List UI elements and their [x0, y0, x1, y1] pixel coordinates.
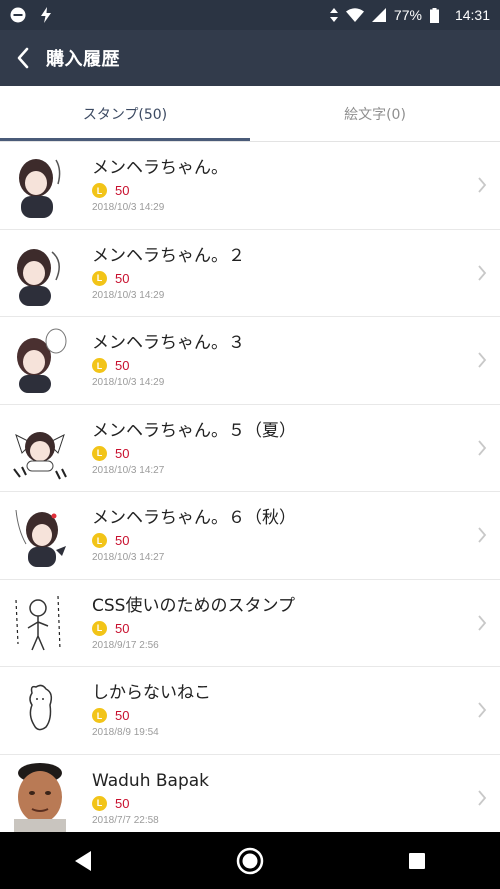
price: 50	[115, 795, 130, 811]
purchase-list: メンヘラちゃん。 L 50 2018/10/3 14:29 メンヘラちゃん。２ …	[0, 142, 500, 832]
sticker-title: Waduh Bapak	[92, 770, 210, 791]
price: 50	[115, 708, 130, 724]
purchase-date: 2018/8/9 19:54	[92, 727, 159, 739]
purchase-date: 2018/10/3 14:29	[92, 289, 165, 301]
do-not-disturb-icon	[10, 7, 26, 23]
chevron-right-icon	[478, 265, 487, 281]
chevron-right-icon	[478, 615, 487, 631]
sticker-thumbnail-menhera	[19, 159, 61, 219]
coin-icon: L	[92, 445, 107, 461]
back-triangle-icon	[75, 850, 92, 871]
home-circle-icon	[236, 847, 264, 874]
sticker-title: メンヘラちゃん。６（秋）	[92, 508, 296, 529]
app-header: 購入履歴	[0, 30, 500, 86]
nav-back-button[interactable]	[53, 832, 113, 889]
list-item[interactable]: メンヘラちゃん。５（夏） L 50 2018/10/3 14:27	[0, 405, 500, 492]
purchase-date: 2018/10/3 14:29	[92, 202, 165, 214]
chevron-right-icon	[478, 177, 487, 193]
tab-bar: スタンプ(50) 絵文字(0)	[0, 86, 500, 142]
chevron-right-icon	[478, 440, 487, 456]
coin-icon: L	[92, 795, 107, 811]
nav-recents-button[interactable]	[387, 832, 447, 889]
coin-icon: L	[92, 708, 107, 724]
sticker-title: CSS使いのためのスタンプ	[92, 595, 295, 616]
sticker-thumbnail-waduh-bapak	[14, 762, 66, 832]
purchase-date: 2018/10/3 14:27	[92, 552, 165, 564]
coin-icon: L	[92, 183, 107, 199]
sticker-thumbnail-menhera-2	[17, 248, 60, 306]
sticker-thumbnail-menhera-3	[17, 328, 67, 394]
back-button[interactable]	[0, 30, 46, 86]
list-item[interactable]: Waduh Bapak L 50 2018/7/7 22:58	[0, 755, 500, 832]
list-item[interactable]: CSS使いのためのスタンプ L 50 2018/9/17 2:56	[0, 580, 500, 667]
status-time: 14:31	[454, 7, 490, 23]
tab-emoji[interactable]: 絵文字(0)	[250, 86, 500, 141]
data-arrows-icon	[329, 8, 338, 22]
sticker-thumbnail-menhera-6-autumn	[15, 510, 66, 568]
recents-square-icon	[408, 852, 425, 869]
purchase-date: 2018/9/17 2:56	[92, 639, 159, 651]
chevron-right-icon	[478, 352, 487, 368]
system-nav-bar	[0, 832, 500, 889]
price: 50	[115, 270, 130, 286]
purchase-date: 2018/7/7 22:58	[92, 814, 159, 826]
sticker-title: メンヘラちゃん。５（夏）	[92, 420, 296, 441]
price: 50	[115, 620, 130, 636]
list-item[interactable]: メンヘラちゃん。６（秋） L 50 2018/10/3 14:27	[0, 492, 500, 580]
cell-signal-icon	[371, 8, 386, 22]
price: 50	[115, 445, 130, 461]
sticker-title: メンヘラちゃん。３	[92, 333, 245, 354]
nav-home-button[interactable]	[220, 832, 280, 889]
sticker-title: メンヘラちゃん。	[92, 158, 228, 179]
status-bar: 77% 14:31	[0, 0, 500, 30]
sticker-title: しからないねこ	[92, 683, 211, 704]
tab-stickers[interactable]: スタンプ(50)	[0, 86, 250, 141]
price: 50	[115, 533, 130, 549]
chevron-right-icon	[478, 702, 487, 718]
sticker-thumbnail-cat	[29, 684, 53, 731]
sticker-thumbnail-menhera-5-summer	[13, 431, 67, 480]
battery-icon	[429, 7, 439, 23]
purchase-date: 2018/10/3 14:29	[92, 377, 165, 389]
list-item[interactable]: しからないねこ L 50 2018/8/9 19:54	[0, 667, 500, 755]
wifi-icon	[345, 8, 364, 22]
sticker-title: メンヘラちゃん。２	[92, 245, 245, 266]
coin-icon: L	[92, 620, 107, 636]
list-item[interactable]: メンヘラちゃん。 L 50 2018/10/3 14:29	[0, 142, 500, 230]
back-arrow-icon	[17, 47, 29, 69]
coin-icon: L	[92, 270, 107, 286]
coin-icon: L	[92, 533, 107, 549]
list-item[interactable]: メンヘラちゃん。３ L 50 2018/10/3 14:29	[0, 317, 500, 405]
chevron-right-icon	[478, 527, 487, 543]
chevron-right-icon	[478, 790, 487, 806]
list-item[interactable]: メンヘラちゃん。２ L 50 2018/10/3 14:29	[0, 230, 500, 317]
coin-icon: L	[92, 358, 107, 374]
price: 50	[115, 358, 130, 374]
price: 50	[115, 183, 130, 199]
battery-percent: 77%	[393, 7, 422, 23]
flash-icon	[41, 7, 51, 23]
purchase-date: 2018/10/3 14:27	[92, 464, 165, 476]
page-title: 購入履歴	[46, 49, 120, 70]
sticker-thumbnail-css	[15, 595, 61, 651]
